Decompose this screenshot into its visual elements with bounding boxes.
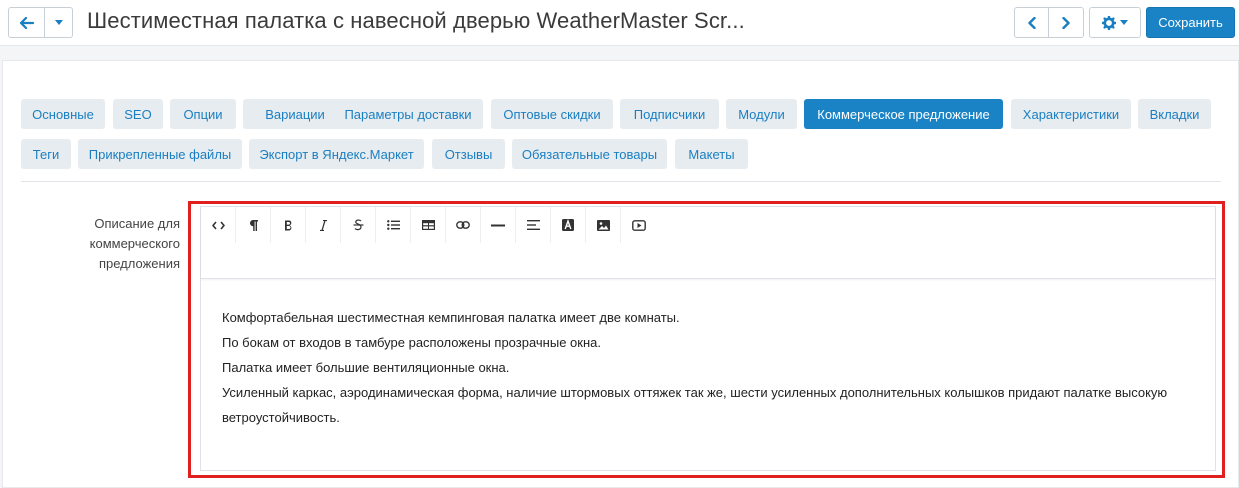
tab-tags[interactable]: Теги bbox=[21, 139, 71, 169]
tab-subscribers[interactable]: Подписчики bbox=[620, 99, 719, 129]
tab-subtabs[interactable]: Вкладки bbox=[1138, 99, 1211, 129]
tab-wholesale-discounts[interactable]: Оптовые скидки bbox=[491, 99, 613, 129]
gear-icon bbox=[1102, 15, 1116, 30]
commercial-description-label: Описание для коммерческого предложения bbox=[89, 216, 180, 271]
tab-options[interactable]: Опции bbox=[170, 99, 236, 129]
caret-down-icon bbox=[54, 20, 63, 25]
save-button[interactable]: Сохранить bbox=[1146, 7, 1235, 38]
back-button-group bbox=[8, 7, 73, 38]
tab-variations[interactable]: Вариации bbox=[243, 99, 347, 129]
back-button[interactable] bbox=[8, 7, 45, 38]
arrow-left-icon bbox=[19, 16, 34, 29]
tab-basic[interactable]: Основные bbox=[21, 99, 105, 129]
tab-seo[interactable]: SEO bbox=[113, 99, 163, 129]
top-header: Шестиместная палатка с навесной дверью W… bbox=[0, 0, 1239, 46]
product-navigation bbox=[1014, 7, 1084, 38]
tab-modules[interactable]: Модули bbox=[726, 99, 797, 129]
tab-features[interactable]: Характеристики bbox=[1011, 99, 1131, 129]
back-dropdown-button[interactable] bbox=[45, 7, 73, 38]
previous-product-button[interactable] bbox=[1014, 7, 1049, 38]
tab-attached-files[interactable]: Прикрепленные файлы bbox=[78, 139, 242, 169]
tab-commercial-offer[interactable]: Коммерческое предложение bbox=[804, 99, 1003, 129]
tabs-divider bbox=[21, 181, 1221, 182]
chevron-left-icon bbox=[1027, 16, 1036, 29]
chevron-right-icon bbox=[1062, 16, 1070, 29]
tab-shipping-params[interactable]: Параметры доставки bbox=[333, 99, 483, 129]
next-product-button[interactable] bbox=[1049, 7, 1084, 38]
tab-layouts[interactable]: Макеты bbox=[675, 139, 748, 169]
settings-dropdown-button[interactable] bbox=[1089, 7, 1141, 38]
highlight-frame bbox=[188, 201, 1225, 478]
tab-yandex-market-export[interactable]: Экспорт в Яндекс.Маркет bbox=[249, 139, 424, 169]
tab-required-products[interactable]: Обязательные товары bbox=[512, 139, 667, 169]
page-title: Шестиместная палатка с навесной дверью W… bbox=[87, 8, 745, 33]
tab-reviews[interactable]: Отзывы bbox=[432, 139, 505, 169]
caret-down-icon bbox=[1120, 20, 1128, 25]
